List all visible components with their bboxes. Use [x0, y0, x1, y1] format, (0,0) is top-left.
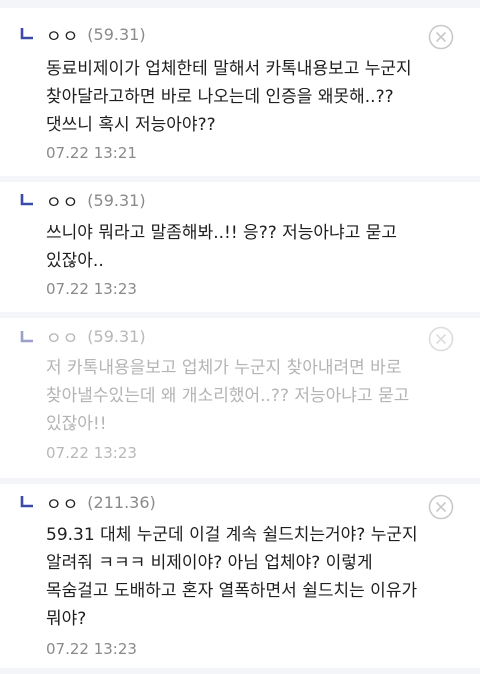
- reply-arrow-icon: [20, 28, 33, 40]
- comment-header: ㅇㅇ (59.31): [46, 324, 146, 349]
- comment-ip: (211.36): [87, 493, 156, 512]
- comment-ip: (59.31): [87, 25, 146, 44]
- comment-text: 저 카톡내용을보고 업체가 누군지 찾아내려면 바로 찾아낼수있는데 왜 개소리…: [46, 358, 410, 434]
- comment-text: 59.31 대체 누군데 이걸 계속 쉴드치는거야? 누군지 알려줘 ㅋㅋㅋ 비…: [46, 525, 418, 629]
- comment-time: 07.22 13:23: [46, 640, 137, 658]
- comment-author: ㅇㅇ: [46, 329, 80, 349]
- comment-author: ㅇㅇ: [46, 495, 80, 515]
- comment-item: ㅇㅇ (59.31) 동료비제이가 업체한테 말해서 카톡내용보고 누군지 찾아…: [0, 8, 480, 176]
- close-circle-icon[interactable]: [428, 326, 454, 352]
- comment-time: 07.22 13:23: [46, 444, 137, 462]
- comment-header: ㅇㅇ (59.31): [46, 22, 146, 47]
- close-circle-icon[interactable]: [428, 24, 454, 50]
- comment-author: ㅇㅇ: [46, 193, 80, 213]
- comment-text: 동료비제이가 업체한테 말해서 카톡내용보고 누군지 찾아달라고하면 바로 나오…: [46, 59, 412, 135]
- close-circle-icon[interactable]: [428, 494, 454, 520]
- comment-header: ㅇㅇ (211.36): [46, 490, 156, 515]
- reply-arrow-icon: [20, 331, 33, 343]
- comment-item-deleted: ㅇㅇ (59.31) 저 카톡내용을보고 업체가 누군지 찾아내려면 바로 찾아…: [0, 318, 480, 478]
- comment-header: ㅇㅇ (59.31): [46, 188, 146, 213]
- comment-ip: (59.31): [87, 327, 146, 346]
- comment-author: ㅇㅇ: [46, 27, 80, 47]
- comment-time: 07.22 13:23: [46, 280, 137, 298]
- comment-time: 07.22 13:21: [46, 144, 137, 162]
- comment-list: ㅇㅇ (59.31) 동료비제이가 업체한테 말해서 카톡내용보고 누군지 찾아…: [0, 0, 480, 674]
- comment-item: ㅇㅇ (59.31) 쓰니야 뭐라고 말좀해봐..!! 응?? 저능아냐고 묻고…: [0, 182, 480, 312]
- reply-arrow-icon: [20, 496, 33, 508]
- comment-text: 쓰니야 뭐라고 말좀해봐..!! 응?? 저능아냐고 묻고 있잖아..: [46, 223, 398, 271]
- comment-item: ㅇㅇ (211.36) 59.31 대체 누군데 이걸 계속 쉴드치는거야? 누…: [0, 484, 480, 668]
- comment-ip: (59.31): [87, 191, 146, 210]
- reply-arrow-icon: [20, 194, 33, 206]
